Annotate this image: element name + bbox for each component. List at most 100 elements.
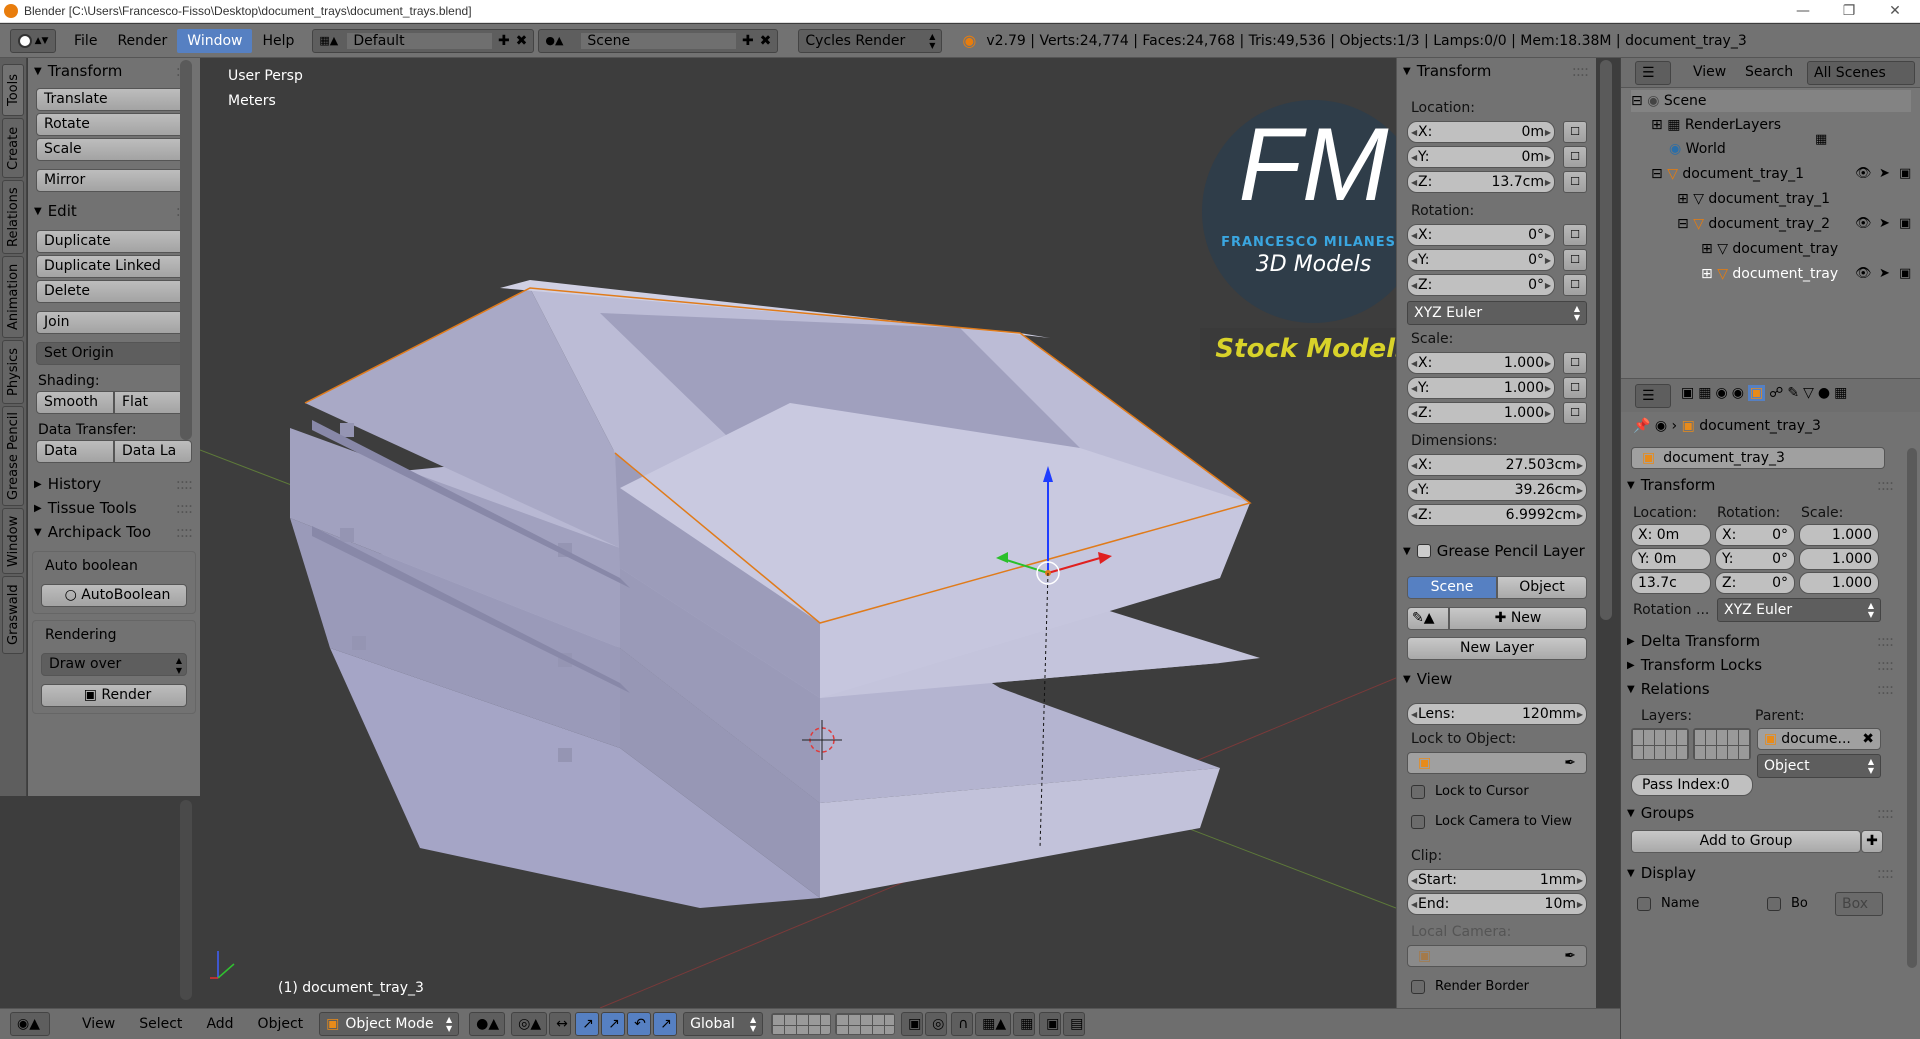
outliner-row-scene[interactable]: ⊟ ◉ Scene — [1631, 90, 1911, 112]
delete-button[interactable]: Delete — [36, 280, 192, 303]
manipulator-toggle-icon[interactable]: ↔ — [549, 1012, 572, 1036]
delta-transform-header[interactable]: ▶ Delta Transform:::: — [1621, 630, 1901, 652]
tab-window[interactable]: Window — [2, 508, 24, 574]
data-transfer-button[interactable]: Data — [36, 440, 114, 463]
prop-rot-y-field[interactable]: Y: 0° — [1715, 548, 1795, 570]
pass-index-field[interactable]: Pass Index:0 — [1631, 774, 1753, 796]
rotate-button[interactable]: Rotate — [36, 113, 192, 136]
transform-gizmo-icon[interactable]: ↗ — [601, 1012, 626, 1036]
mode-selector[interactable]: ▣ Object Mode ▲ ▼ — [319, 1012, 460, 1036]
snap-element-icon[interactable]: ▦▲ — [975, 1012, 1012, 1036]
bounds-type-dropdown[interactable]: Box — [1835, 892, 1883, 916]
grip-icon[interactable]: :::: — [1877, 680, 1894, 698]
pivot-point-icon[interactable]: ◎▲ — [511, 1012, 548, 1036]
grip-icon[interactable]: :::: — [1877, 864, 1894, 882]
render-camera-icon[interactable]: ▣ — [1899, 166, 1911, 181]
outliner-row-tray1[interactable]: ⊟ ▽ document_tray_1 — [1651, 163, 1804, 185]
display-name-checkbox[interactable] — [1637, 896, 1651, 911]
render-layers-tab-icon[interactable]: ▦ — [1698, 385, 1711, 401]
document-tray-model[interactable] — [290, 280, 1260, 908]
expand-icon[interactable]: ⊞ — [1651, 117, 1667, 133]
remove-layout-icon[interactable]: ✖ — [516, 33, 528, 49]
renderlayers-toggle-icon[interactable]: ▦ — [1815, 132, 1827, 147]
rotation-y-field[interactable]: ◀ Y: 0° ▶ — [1407, 249, 1555, 271]
select-cursor-icon[interactable]: ➤ — [1879, 216, 1890, 231]
prop-loc-x-field[interactable]: X: 0m — [1631, 524, 1711, 546]
prop-loc-z-field[interactable]: 13.7c — [1631, 572, 1711, 594]
eyedropper-icon[interactable]: ✒ — [1564, 755, 1576, 771]
tab-graswald[interactable]: Graswald — [2, 576, 24, 654]
scale-manipulator-icon[interactable]: ↗ — [653, 1012, 678, 1036]
grease-pencil-checkbox[interactable] — [1416, 544, 1431, 558]
location-x-field[interactable]: ◀ X: 0m ▶ — [1407, 121, 1555, 143]
prop-transform-header[interactable]: ▼ Transform:::: — [1621, 474, 1901, 496]
view-panel-header[interactable]: ▼ View — [1397, 668, 1597, 690]
expand-icon[interactable]: ⊞ — [1677, 191, 1693, 207]
scene-tab-icon[interactable]: ◉ — [1715, 385, 1727, 401]
prop-rot-z-field[interactable]: Z: 0° — [1715, 572, 1795, 594]
dimension-z-field[interactable]: ◀ Z: 6.9992cm ▶ — [1407, 504, 1587, 526]
gp-object-button[interactable]: Object — [1497, 576, 1587, 599]
menu-add[interactable]: Add — [194, 1016, 245, 1032]
location-z-field[interactable]: ◀ Z: 13.7cm ▶ — [1407, 171, 1555, 193]
duplicate-linked-button[interactable]: Duplicate Linked — [36, 255, 192, 278]
outliner-view-menu[interactable]: View — [1693, 64, 1726, 80]
proportional-edit-icon[interactable]: ◎ — [925, 1012, 948, 1036]
snap-magnet-icon[interactable]: ∩ — [951, 1012, 974, 1036]
set-origin-dropdown[interactable]: Set Origin▲▼ — [36, 342, 192, 365]
data-tab-icon[interactable]: ▽ — [1803, 385, 1814, 401]
lock-scale-x-icon[interactable]: ☐ — [1563, 352, 1587, 374]
grip-icon[interactable]: :::: — [176, 475, 193, 493]
select-cursor-icon[interactable]: ➤ — [1879, 166, 1890, 181]
n-transform-header[interactable]: ▼ Transform:::: — [1397, 60, 1596, 82]
prop-scale-x-field[interactable]: 1.000 — [1799, 524, 1879, 546]
add-group-plus-icon[interactable]: ✚ — [1861, 830, 1883, 853]
outliner-editor-type-icon[interactable]: ☰ — [1635, 61, 1671, 85]
constraints-tab-icon[interactable]: ☍ — [1769, 385, 1783, 401]
parent-field[interactable]: ▣ docume... ✖ — [1757, 728, 1881, 750]
screen-layout-selector[interactable]: ▦▲ Default ✚ ✖ — [312, 28, 535, 53]
lens-field[interactable]: ◀ Lens: 120mm ▶ — [1407, 703, 1587, 725]
rotate-manipulator-icon[interactable]: ↶ — [627, 1012, 652, 1036]
close-icon[interactable]: ✕ — [1872, 0, 1918, 23]
properties-editor-type-icon[interactable]: ☰ — [1635, 384, 1671, 408]
layers-grid-a[interactable] — [1631, 728, 1689, 760]
outliner-row-tray-mesh[interactable]: ⊞ ▽ document_tray — [1701, 238, 1838, 260]
clip-end-field[interactable]: ◀ End: 10m ▶ — [1407, 893, 1587, 915]
menu-view[interactable]: View — [70, 1016, 127, 1032]
tool-shelf-scrollbar[interactable] — [180, 60, 192, 440]
outliner-row-tray3[interactable]: ⊞ ▽ document_tray — [1701, 263, 1838, 285]
texture-tab-icon[interactable]: ▦ — [1834, 385, 1847, 401]
render-border-checkbox[interactable] — [1411, 979, 1425, 994]
dimension-y-field[interactable]: ◀ Y: 39.26cm ▶ — [1407, 479, 1587, 501]
join-button[interactable]: Join — [36, 311, 192, 334]
prop-rotation-mode-dropdown[interactable]: XYZ Euler ▲ ▼ — [1717, 598, 1881, 622]
snap-target-icon[interactable]: ▦ — [1013, 1012, 1036, 1036]
display-bounds-checkbox[interactable] — [1767, 896, 1781, 911]
add-to-group-button[interactable]: Add to Group — [1631, 830, 1861, 853]
tissue-tools-panel-header[interactable]: ▶ Tissue Tools:::: — [28, 497, 200, 519]
translate-manipulator-icon[interactable]: ↗ — [575, 1012, 600, 1036]
lock-location-y-icon[interactable]: ☐ — [1563, 146, 1587, 168]
rotation-x-field[interactable]: ◀ X: 0° ▶ — [1407, 224, 1555, 246]
gp-pencil-icon[interactable]: ✎▲ — [1407, 607, 1449, 630]
collapse-icon[interactable]: ⊟ — [1651, 166, 1667, 182]
material-tab-icon[interactable]: ● — [1818, 385, 1830, 401]
scene-layers-grid-a[interactable] — [771, 1013, 832, 1035]
select-cursor-icon[interactable]: ➤ — [1879, 266, 1890, 281]
outliner-display-mode[interactable]: All Scenes — [1807, 61, 1915, 85]
outliner-row-renderlayers[interactable]: ⊞ ▦ RenderLayers — [1651, 114, 1781, 136]
lock-location-x-icon[interactable]: ☐ — [1563, 121, 1587, 143]
history-panel-header[interactable]: ▶ History:::: — [28, 473, 200, 495]
grip-icon[interactable]: :::: — [1877, 804, 1894, 822]
lock-to-cursor-row[interactable]: Lock to Cursor — [1411, 784, 1529, 799]
parent-type-dropdown[interactable]: Object ▲ ▼ — [1757, 754, 1881, 778]
tab-relations[interactable]: Relations — [2, 180, 24, 254]
scale-button[interactable]: Scale — [36, 138, 192, 161]
eyedropper-icon[interactable]: ✒ — [1564, 948, 1576, 964]
translate-button[interactable]: Translate — [36, 88, 192, 111]
expand-icon[interactable]: ⊞ — [1701, 241, 1717, 257]
grip-icon[interactable]: :::: — [1877, 656, 1894, 674]
scale-z-field[interactable]: ◀ Z: 1.000 ▶ — [1407, 402, 1555, 424]
pin-icon[interactable]: 📌 — [1633, 418, 1650, 434]
